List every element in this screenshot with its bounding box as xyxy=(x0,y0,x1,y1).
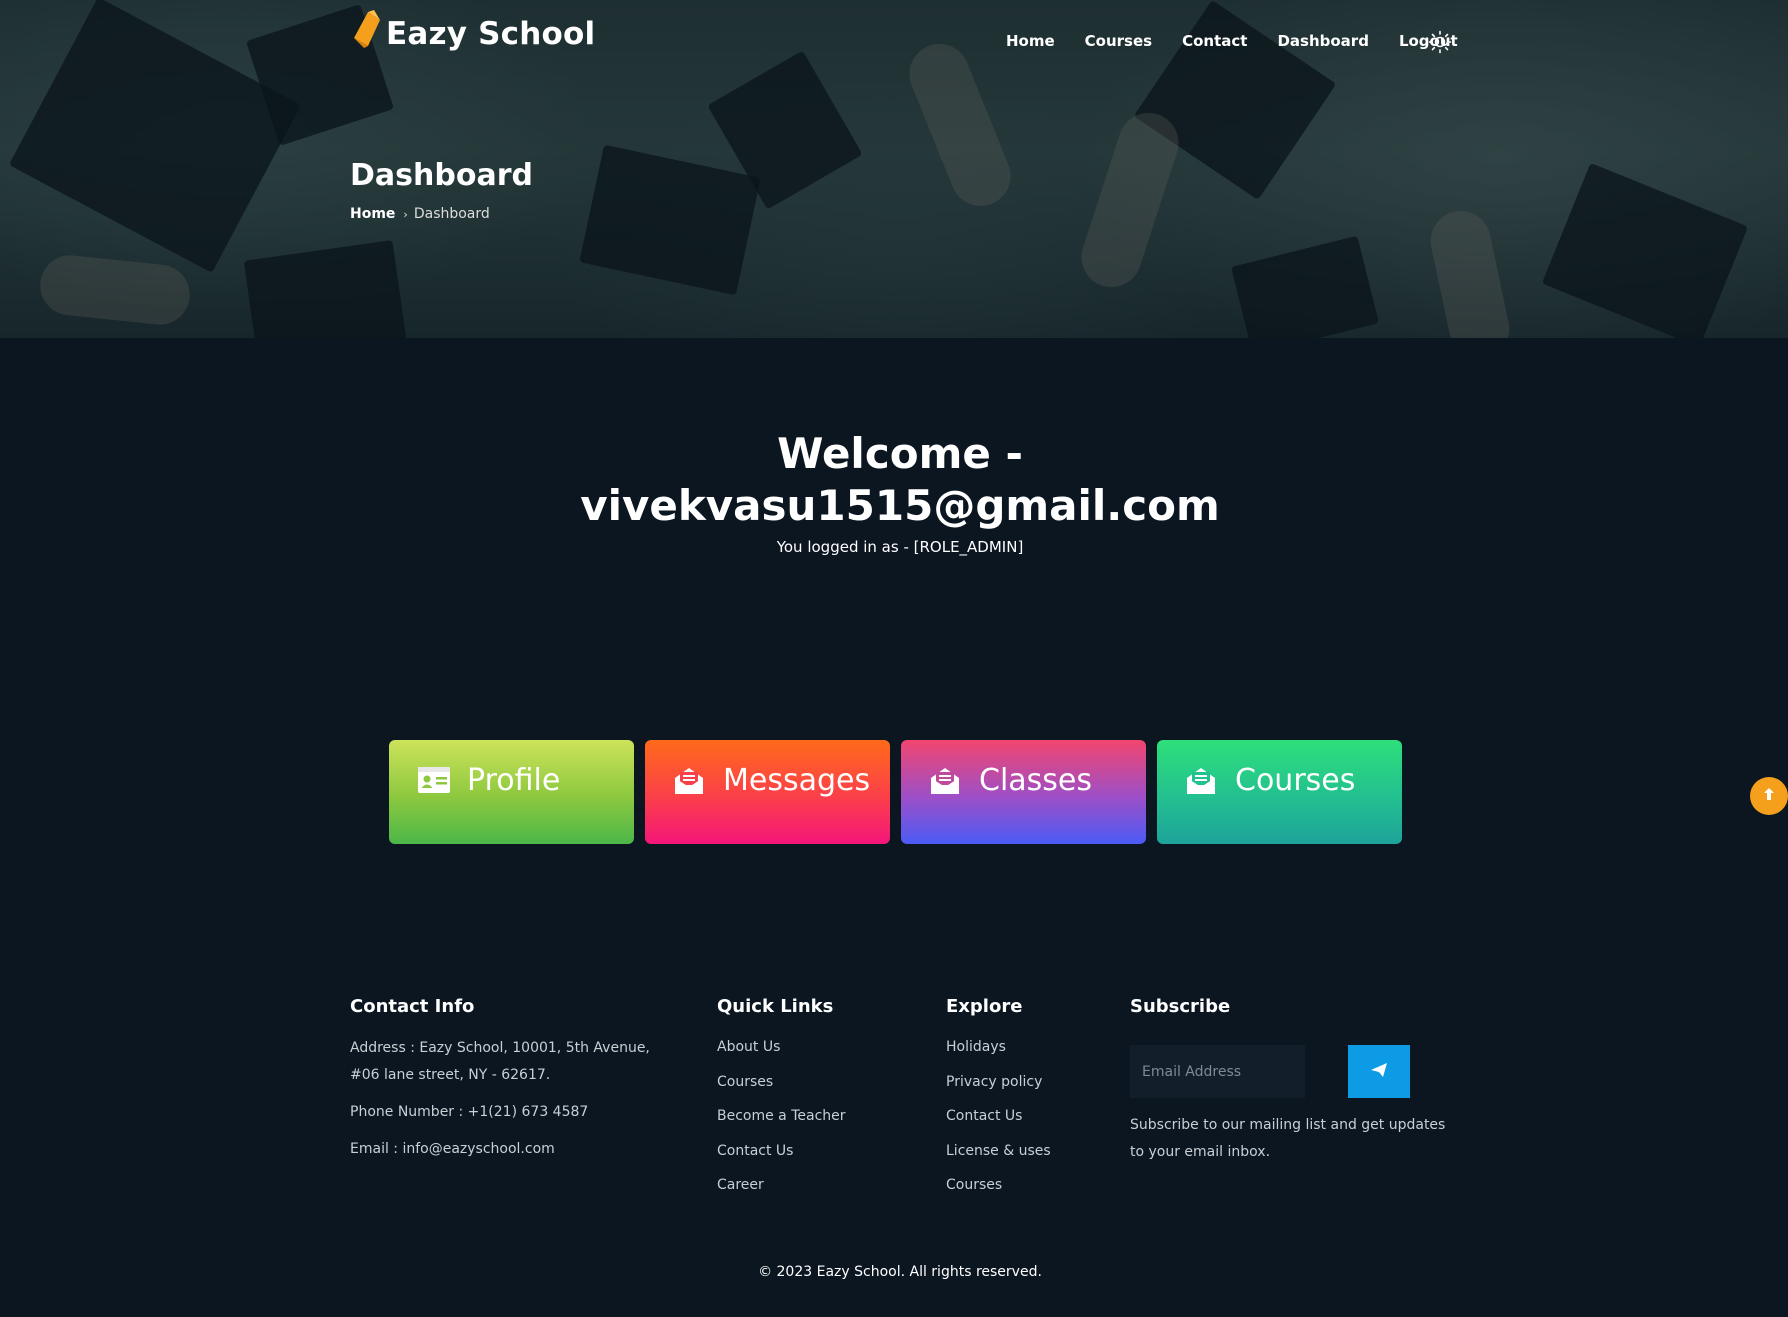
messages-tile-label: Messages xyxy=(723,763,871,798)
brand-logo[interactable]: Eazy School xyxy=(350,8,595,50)
breadcrumb-current: Dashboard xyxy=(413,206,490,222)
classes-tile[interactable]: Classes xyxy=(901,740,1146,844)
copyright-text: © 2023 Eazy School. All rights reserved. xyxy=(758,1264,1042,1280)
footer-phone: Phone Number : +1(21) 673 4587 xyxy=(350,1104,589,1120)
footer-link-career[interactable]: Career xyxy=(717,1175,917,1210)
footer-link-courses[interactable]: Courses xyxy=(717,1072,917,1107)
footer-subscribe: Subscribe xyxy=(1130,996,1430,1017)
nav-home[interactable]: Home xyxy=(1006,32,1055,50)
graduation-cap-icon xyxy=(350,8,384,50)
scroll-to-top-button[interactable] xyxy=(1750,777,1788,815)
footer-explore-title: Explore xyxy=(946,996,1023,1017)
footer-link-contact-us-explore[interactable]: Contact Us xyxy=(946,1106,1116,1141)
courses-tile-label: Courses xyxy=(1235,763,1356,798)
hero-banner xyxy=(0,0,1788,338)
brand-name: Eazy School xyxy=(386,16,596,52)
id-card-icon xyxy=(417,766,451,796)
nav-dashboard[interactable]: Dashboard xyxy=(1277,32,1368,50)
footer-link-privacy-policy[interactable]: Privacy policy xyxy=(946,1072,1116,1107)
subscribe-description: Subscribe to our mailing list and get up… xyxy=(1130,1117,1446,1160)
courses-tile[interactable]: Courses xyxy=(1157,740,1402,844)
footer-subscribe-title: Subscribe xyxy=(1130,996,1231,1017)
footer-explore: Explore Holidays Privacy policy Contact … xyxy=(946,996,1116,1210)
envelope-open-icon xyxy=(929,766,963,796)
footer-link-about-us[interactable]: About Us xyxy=(717,1037,917,1072)
nav-contact[interactable]: Contact xyxy=(1182,32,1247,50)
welcome-section: Welcome - vivekvasu1515@gmail.com You lo… xyxy=(0,428,1788,556)
role-text: You logged in as - [ROLE_ADMIN] xyxy=(776,538,1024,556)
envelope-open-icon xyxy=(1185,766,1219,796)
footer-link-become-teacher[interactable]: Become a Teacher xyxy=(717,1106,917,1141)
quick-links-list: About Us Courses Become a Teacher Contac… xyxy=(717,1037,917,1210)
messages-tile[interactable]: Messages xyxy=(645,740,890,844)
footer-link-contact-us[interactable]: Contact Us xyxy=(717,1141,917,1176)
breadcrumb: Home › Dashboard xyxy=(350,206,490,222)
explore-links-list: Holidays Privacy policy Contact Us Licen… xyxy=(946,1037,1116,1210)
welcome-heading: Welcome - xyxy=(777,429,1023,478)
footer-contact: Contact Info Address : Eazy School, 1000… xyxy=(350,996,670,1163)
nav-courses[interactable]: Courses xyxy=(1085,32,1152,50)
breadcrumb-home[interactable]: Home xyxy=(350,206,395,222)
footer-quick-links-title: Quick Links xyxy=(717,996,834,1017)
footer-link-holidays[interactable]: Holidays xyxy=(946,1037,1116,1072)
footer-link-courses-explore[interactable]: Courses xyxy=(946,1175,1116,1210)
classes-tile-label: Classes xyxy=(979,763,1093,798)
profile-tile[interactable]: Profile xyxy=(389,740,634,844)
sun-icon[interactable] xyxy=(1428,30,1452,54)
footer-contact-title: Contact Info xyxy=(350,996,475,1017)
footer-address: Address : Eazy School, 10001, 5th Avenue… xyxy=(350,1040,650,1083)
arrow-up-icon xyxy=(1762,786,1776,806)
envelope-open-icon xyxy=(673,766,707,796)
subscribe-send-button[interactable] xyxy=(1348,1045,1410,1098)
dashboard-tiles: Profile Messages Classes Courses xyxy=(389,740,1402,844)
hero-overlay xyxy=(0,0,1788,338)
footer-quick-links: Quick Links About Us Courses Become a Te… xyxy=(717,996,917,1210)
welcome-email: vivekvasu1515@gmail.com xyxy=(580,481,1220,530)
main-nav: Home Courses Contact Dashboard Logout xyxy=(1006,32,1488,50)
page-title: Dashboard xyxy=(350,158,533,193)
footer-email: Email : info@eazyschool.com xyxy=(350,1141,555,1157)
email-input[interactable] xyxy=(1130,1045,1305,1098)
footer-link-license[interactable]: License & uses xyxy=(946,1141,1116,1176)
profile-tile-label: Profile xyxy=(467,763,561,798)
chevron-right-icon: › xyxy=(403,207,408,221)
paper-plane-icon xyxy=(1370,1062,1388,1082)
